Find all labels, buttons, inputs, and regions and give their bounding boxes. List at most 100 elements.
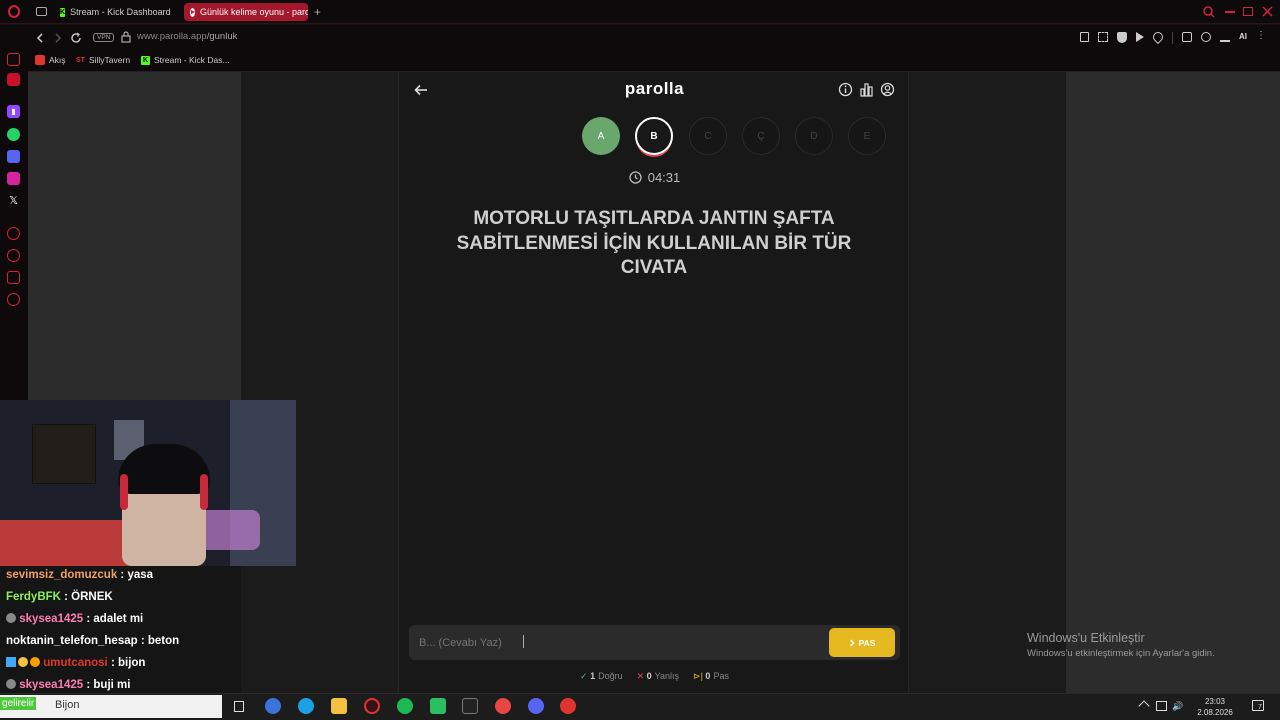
- windows-activation-watermark: Windows'u Etkinleştir Windows'u etkinleş…: [1027, 631, 1215, 659]
- spotify-icon[interactable]: [397, 698, 413, 714]
- edge-icon[interactable]: [298, 698, 314, 714]
- history-icon[interactable]: [7, 249, 20, 262]
- browser-sidebar: ▮ 𝕏: [0, 50, 28, 400]
- info-icon[interactable]: [838, 82, 853, 97]
- kick-icon: K: [141, 55, 150, 65]
- menu-icon[interactable]: ⋮: [1256, 31, 1266, 44]
- player-icon[interactable]: [1136, 32, 1144, 42]
- media-player-icon[interactable]: [560, 698, 576, 714]
- chevron-right-icon: [849, 638, 855, 647]
- timer-value: 04:31: [647, 170, 681, 185]
- discord-taskbar-icon[interactable]: [528, 698, 544, 714]
- check-icon: ✓: [580, 671, 591, 681]
- streamer-hair: [118, 444, 210, 494]
- download-icon[interactable]: [1220, 32, 1230, 42]
- bookmark-kick[interactable]: K Stream - Kick Das...: [141, 55, 230, 65]
- network-icon[interactable]: [1156, 701, 1167, 711]
- restore-icon[interactable]: [1243, 7, 1253, 16]
- new-tab-button[interactable]: +: [314, 5, 321, 19]
- url-field[interactable]: www.parolla.app/gunluk: [137, 31, 237, 42]
- wall-picture: [32, 424, 96, 484]
- vpn-badge[interactable]: VPN: [93, 33, 115, 42]
- volume-icon[interactable]: 🔊: [1172, 701, 1183, 712]
- file-explorer-icon[interactable]: [331, 698, 347, 714]
- red-chair: [0, 520, 130, 566]
- badge-icon: [18, 657, 28, 667]
- chat-username: skysea1425: [19, 613, 84, 625]
- stats-icon[interactable]: [859, 82, 874, 97]
- ai-button[interactable]: AI: [1239, 32, 1247, 44]
- opera-logo-icon[interactable]: [8, 5, 20, 18]
- lock-icon[interactable]: [121, 31, 131, 43]
- back-icon[interactable]: [36, 33, 44, 43]
- instagram-icon[interactable]: [7, 172, 20, 185]
- chat-username: umutcanosi: [43, 657, 108, 669]
- reload-icon[interactable]: [70, 32, 82, 44]
- notification-count: 7: [1258, 704, 1262, 711]
- opera-ai-icon[interactable]: [7, 73, 20, 86]
- chat-message: skysea1425 : buji mi: [6, 679, 130, 691]
- pass-button[interactable]: PAS: [829, 628, 895, 657]
- tab-bar: K Stream - Kick Dashboard Günlük kelime …: [0, 0, 1280, 24]
- chat-username: skysea1425: [19, 679, 84, 691]
- taskbar-search[interactable]: gelirelir Bijon: [0, 695, 222, 718]
- task-view-icon[interactable]: [234, 701, 244, 712]
- tab-kick-dashboard[interactable]: K Stream - Kick Dashboard: [54, 3, 174, 21]
- obs-icon[interactable]: [495, 698, 511, 714]
- minimize-icon[interactable]: [1225, 11, 1235, 13]
- app-logo: parolla: [624, 79, 685, 98]
- search-value: Bijon: [55, 699, 80, 711]
- extensions-sidebar-icon[interactable]: [7, 271, 20, 284]
- answer-input[interactable]: [419, 625, 819, 660]
- x-icon[interactable]: 𝕏: [7, 194, 20, 207]
- separator: [1172, 32, 1173, 44]
- whatsapp-icon[interactable]: [7, 128, 20, 141]
- bookmark-sillytavern[interactable]: ST SillyTavern: [76, 55, 130, 65]
- app-icon[interactable]: [430, 698, 446, 714]
- snapshot-icon[interactable]: [1098, 32, 1108, 42]
- sillytavern-icon: ST: [76, 56, 85, 64]
- discord-icon[interactable]: [7, 150, 20, 163]
- chat-message: noktanin_telefon_hesap : beton: [6, 635, 180, 647]
- chat-message: sevimsiz_domuzcuk : yasa: [6, 569, 154, 581]
- lamp-light: [200, 510, 260, 550]
- extensions-icon[interactable]: [1182, 32, 1192, 42]
- heart-icon[interactable]: [1150, 29, 1166, 45]
- correct-stat: ✓ 1 Doğru: [580, 671, 623, 681]
- twitch-icon[interactable]: ▮: [7, 105, 20, 118]
- notification-icon[interactable]: 7: [1252, 700, 1264, 711]
- shield-icon[interactable]: [1117, 32, 1127, 43]
- bookmark-akis[interactable]: Akış: [35, 55, 66, 65]
- user-icon[interactable]: [880, 82, 895, 97]
- skip-icon: ⊳|: [693, 671, 706, 681]
- profile-icon[interactable]: [1201, 32, 1211, 42]
- headset-right: [200, 474, 208, 510]
- kick-favicon-icon: K: [60, 7, 66, 17]
- letter-b: B: [635, 117, 673, 155]
- pin-icon[interactable]: [1080, 32, 1089, 42]
- badge-icon: [30, 657, 40, 667]
- copilot-icon[interactable]: [265, 698, 281, 714]
- speed-dial-icon[interactable]: [7, 53, 20, 66]
- badge-icon: [6, 679, 16, 689]
- system-clock[interactable]: 23:03 2.08.2026: [1190, 696, 1240, 718]
- player-sidebar-icon[interactable]: [7, 227, 20, 240]
- tab-parolla[interactable]: Günlük kelime oyunu - paro: [184, 3, 308, 21]
- forward-icon[interactable]: [54, 33, 62, 43]
- letter-e: E: [848, 117, 886, 155]
- chat-message: FerdyBFK : ÖRNEK: [6, 591, 113, 603]
- settings-icon[interactable]: [7, 293, 20, 306]
- close-icon[interactable]: [1262, 6, 1273, 17]
- search-tabs-icon[interactable]: [1203, 6, 1215, 18]
- akis-icon: [35, 55, 45, 65]
- back-arrow-icon[interactable]: [414, 84, 428, 96]
- epic-games-icon[interactable]: [462, 698, 478, 714]
- text-cursor: [523, 635, 524, 648]
- tab-overview-icon[interactable]: [36, 7, 47, 16]
- left-margin-panel: [28, 72, 241, 400]
- letter-c-cedilla: Ç: [742, 117, 780, 155]
- opera-taskbar-icon[interactable]: [364, 698, 380, 714]
- search-overlay-text: gelirelir: [0, 697, 37, 710]
- parolla-favicon-icon: [190, 7, 195, 17]
- badge-icon: [6, 657, 16, 667]
